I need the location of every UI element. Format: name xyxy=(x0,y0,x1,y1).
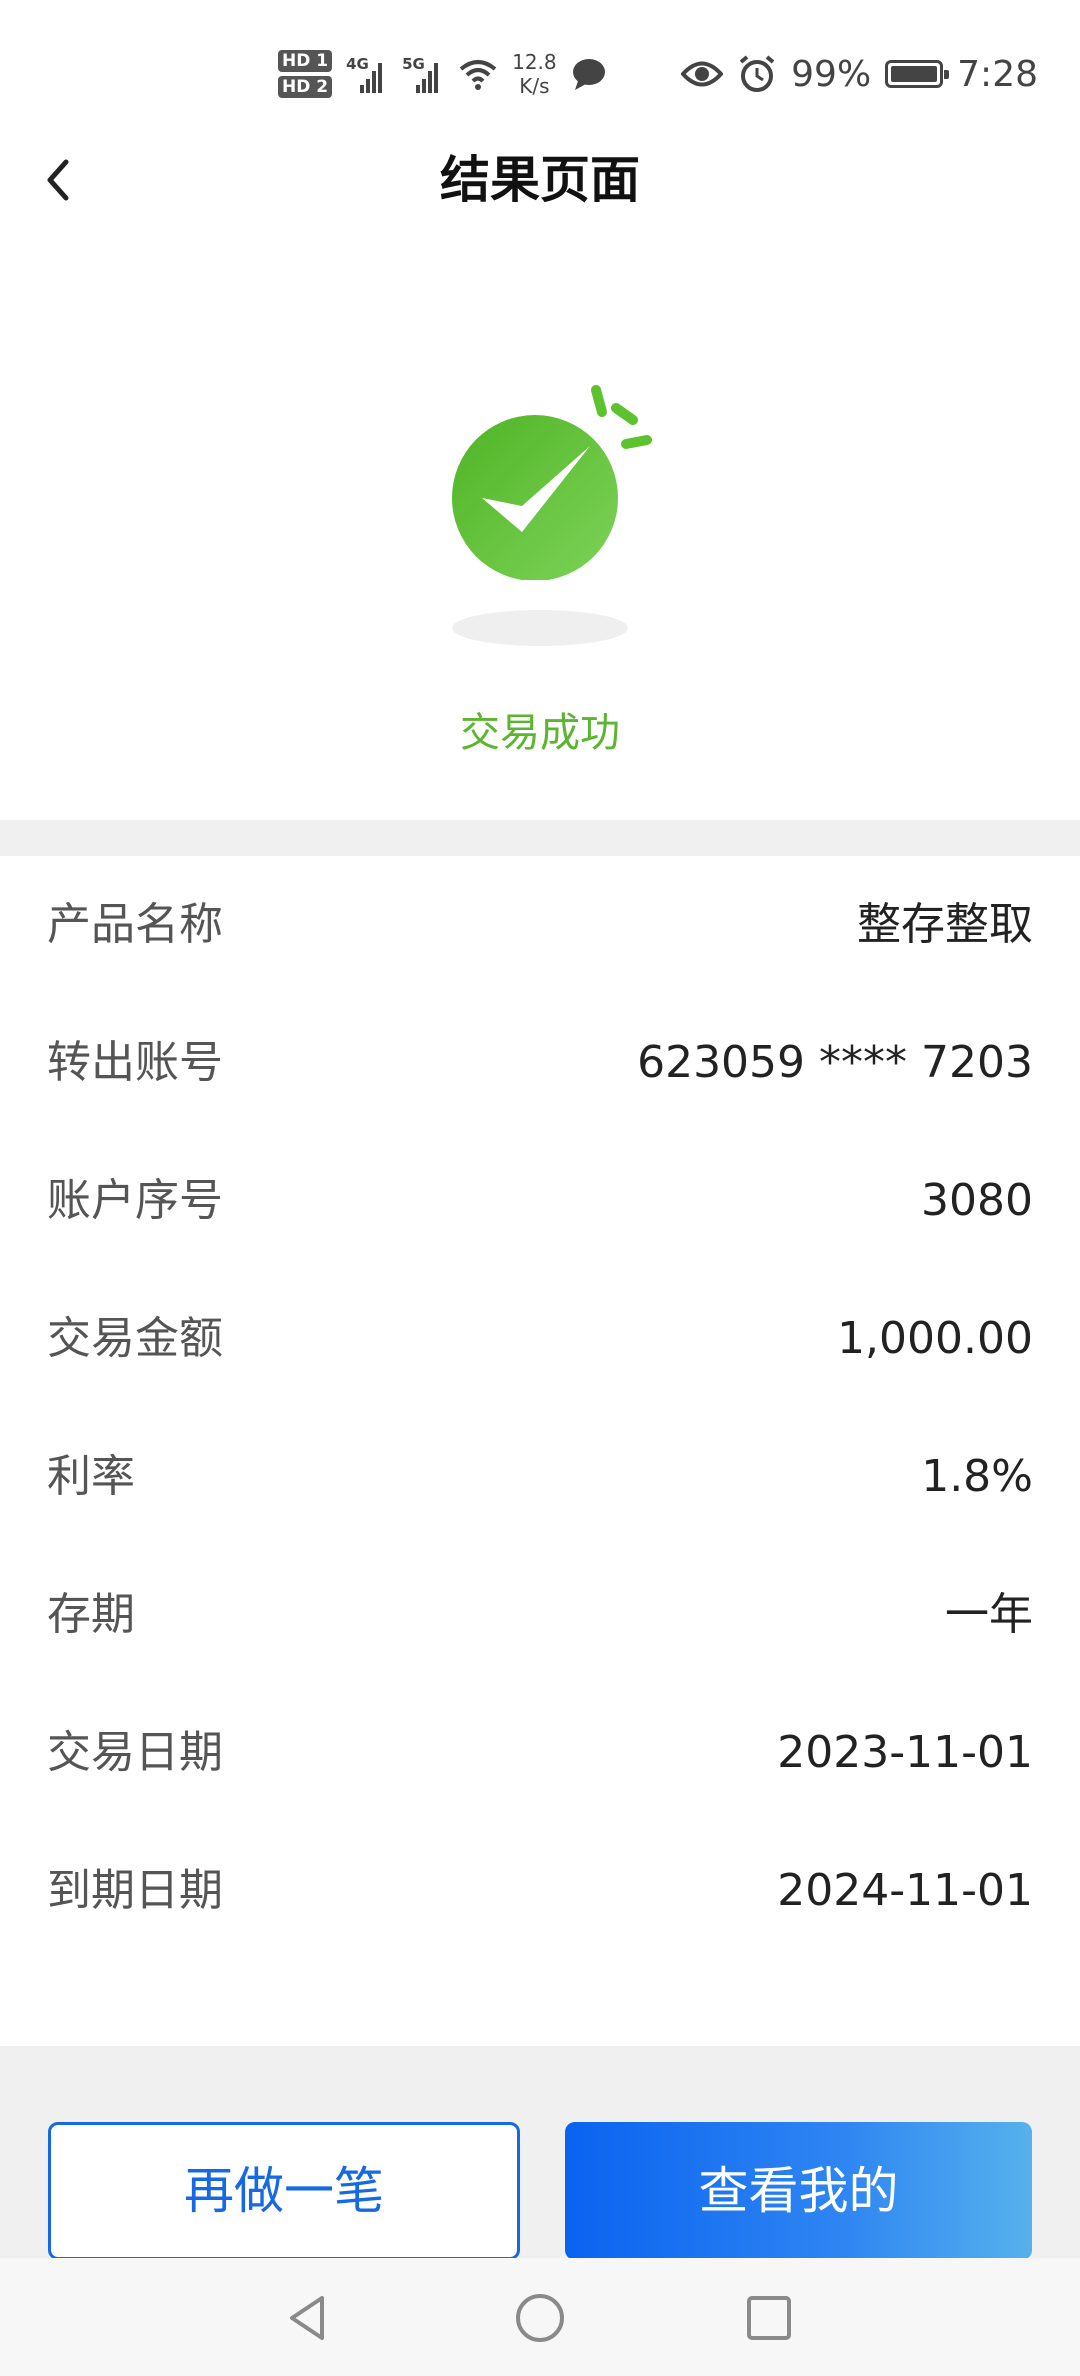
net-speed: 12.8 K/s xyxy=(512,50,557,98)
signal-4g-icon: 4G xyxy=(346,49,388,99)
do-again-button[interactable]: 再做一笔 xyxy=(48,2122,520,2260)
system-back-button[interactable] xyxy=(278,2288,338,2348)
result-hero: 交易成功 xyxy=(0,230,1080,820)
details-list: 产品名称 整存整取 转出账号 623059 **** 7203 账户序号 308… xyxy=(0,856,1080,2046)
detail-label: 利率 xyxy=(47,1451,135,1502)
detail-row-rate: 利率 1.8% xyxy=(0,1408,1080,1546)
detail-label: 转出账号 xyxy=(47,1037,223,1088)
detail-value: 一年 xyxy=(945,1589,1033,1640)
clock-time: 7:28 xyxy=(957,53,1038,95)
header-bar: 结果页面 xyxy=(0,130,1080,230)
system-home-button[interactable] xyxy=(510,2288,570,2348)
signal-4g-label: 4G xyxy=(346,55,369,73)
signal-5g-icon: 5G xyxy=(402,49,444,99)
message-icon xyxy=(572,59,605,90)
status-bar: HD 1 HD 2 4G 5G 12.8 K/s 99% 7:28 xyxy=(0,0,1080,150)
hd1-badge: HD 1 xyxy=(278,50,333,72)
detail-row-maturity-date: 到期日期 2024-11-01 xyxy=(0,1822,1080,1960)
detail-label: 交易金额 xyxy=(47,1313,223,1364)
success-check-icon xyxy=(452,385,652,580)
action-area: 再做一笔 查看我的 xyxy=(0,2046,1080,2260)
success-icon-shadow xyxy=(452,610,628,646)
detail-label: 账户序号 xyxy=(47,1175,223,1226)
detail-row-amount: 交易金额 1,000.00 xyxy=(0,1270,1080,1408)
recents-square-icon xyxy=(747,2296,791,2340)
battery-icon xyxy=(885,60,950,88)
net-speed-value: 12.8 xyxy=(512,50,557,74)
hd-icon: HD 1 HD 2 xyxy=(278,50,333,98)
alarm-icon xyxy=(739,55,775,92)
detail-value: 1.8% xyxy=(921,1451,1033,1502)
detail-row-trade-date: 交易日期 2023-11-01 xyxy=(0,1684,1080,1822)
back-triangle-icon xyxy=(290,2296,324,2340)
detail-row-term: 存期 一年 xyxy=(0,1546,1080,1684)
battery-fill xyxy=(891,66,938,82)
wifi-icon xyxy=(459,60,497,90)
result-status-text: 交易成功 xyxy=(460,710,620,756)
home-circle-icon xyxy=(516,2294,564,2342)
system-nav-bar xyxy=(0,2258,1080,2376)
detail-row-product: 产品名称 整存整取 xyxy=(0,856,1080,994)
page-title: 结果页面 xyxy=(440,151,640,209)
detail-label: 存期 xyxy=(47,1589,135,1640)
signal-5g-label: 5G xyxy=(402,55,425,73)
detail-value: 1,000.00 xyxy=(837,1313,1033,1364)
detail-row-account: 转出账号 623059 **** 7203 xyxy=(0,994,1080,1132)
detail-value: 2023-11-01 xyxy=(777,1727,1033,1778)
detail-label: 到期日期 xyxy=(47,1865,223,1916)
detail-value: 3080 xyxy=(921,1175,1033,1226)
section-divider xyxy=(0,820,1080,856)
status-left-group: HD 1 HD 2 4G 5G 12.8 K/s xyxy=(278,44,607,104)
system-recents-button[interactable] xyxy=(739,2288,799,2348)
status-right-group: 99% 7:28 xyxy=(681,44,1038,104)
view-mine-button[interactable]: 查看我的 xyxy=(565,2122,1032,2260)
detail-value: 623059 **** 7203 xyxy=(637,1037,1033,1088)
detail-value: 2024-11-01 xyxy=(777,1865,1033,1916)
detail-value: 整存整取 xyxy=(857,899,1033,950)
detail-label: 交易日期 xyxy=(47,1727,223,1778)
hd2-badge: HD 2 xyxy=(278,76,333,98)
battery-tip xyxy=(944,70,950,79)
eye-icon xyxy=(681,61,724,87)
net-speed-unit: K/s xyxy=(519,74,550,98)
detail-row-account-seq: 账户序号 3080 xyxy=(0,1132,1080,1270)
detail-label: 产品名称 xyxy=(47,899,223,950)
battery-percent: 99% xyxy=(791,53,872,95)
